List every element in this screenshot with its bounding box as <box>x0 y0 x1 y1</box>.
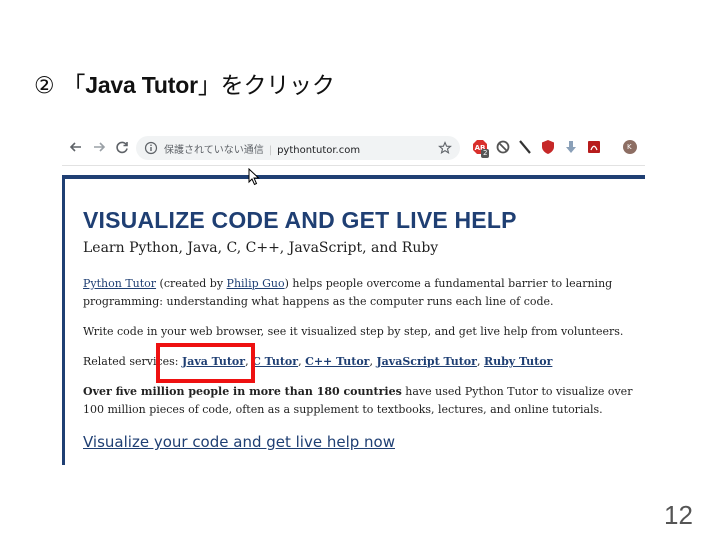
page-number: 12 <box>664 500 693 530</box>
forward-icon[interactable] <box>91 139 107 155</box>
slide-title: ② 「Java Tutor」をクリック <box>34 66 335 100</box>
python-tutor-link[interactable]: Python Tutor <box>83 277 156 290</box>
star-icon[interactable] <box>438 141 452 155</box>
javascript-tutor-link[interactable]: JavaScript Tutor <box>376 355 476 368</box>
java-tutor-highlight <box>156 343 255 383</box>
usage-paragraph: Over five million people in more than 18… <box>83 383 633 419</box>
cpp-tutor-link[interactable]: C++ Tutor <box>305 355 369 368</box>
pdf-icon[interactable] <box>586 139 602 155</box>
ublock-icon[interactable] <box>540 139 556 155</box>
block-icon[interactable] <box>495 139 511 155</box>
page-subheading: Learn Python, Java, C, C++, JavaScript, … <box>83 240 439 256</box>
profile-initial: K <box>627 143 632 151</box>
title-open-bracket: 「 <box>62 73 86 99</box>
step-number: ② <box>34 73 55 99</box>
pen-icon[interactable] <box>517 139 533 155</box>
volunteers-paragraph: Write code in your web browser, see it v… <box>83 325 624 338</box>
usage-bold-text: Over five million people in more than 18… <box>83 385 402 398</box>
address-bar[interactable]: 保護されていない通信 | pythontutor.com <box>136 136 460 160</box>
download-icon[interactable] <box>563 139 579 155</box>
title-bold-label: Java Tutor <box>85 72 198 98</box>
security-status: 保護されていない通信 <box>164 145 264 156</box>
back-icon[interactable] <box>68 139 84 155</box>
pythontutor-page: VISUALIZE CODE AND GET LIVE HELP Learn P… <box>62 175 645 465</box>
related-separator: , <box>298 355 306 368</box>
intro-text-1: (created by <box>156 277 227 290</box>
browser-toolbar: 保護されていない通信 | pythontutor.com AB 2 K <box>62 131 645 166</box>
browser-window: 保護されていない通信 | pythontutor.com AB 2 K VISUAL… <box>62 131 645 465</box>
address-text: 保護されていない通信 | pythontutor.com <box>164 141 360 156</box>
page-headline: VISUALIZE CODE AND GET LIVE HELP <box>83 207 517 233</box>
address-separator: | <box>268 145 273 156</box>
title-close-text: 」をクリック <box>197 73 335 99</box>
related-separator: , <box>476 355 484 368</box>
extension-badge: 2 <box>481 149 490 158</box>
visualize-cta-link[interactable]: Visualize your code and get live help no… <box>83 433 395 451</box>
reload-icon[interactable] <box>114 139 130 155</box>
info-icon[interactable] <box>144 141 158 155</box>
url-text: pythontutor.com <box>277 145 361 156</box>
ruby-tutor-link[interactable]: Ruby Tutor <box>484 355 552 368</box>
intro-paragraph: Python Tutor (created by Philip Guo) hel… <box>83 275 633 311</box>
philip-guo-link[interactable]: Philip Guo <box>227 277 285 290</box>
cursor-icon <box>248 168 260 186</box>
c-tutor-link[interactable]: C Tutor <box>252 355 298 368</box>
